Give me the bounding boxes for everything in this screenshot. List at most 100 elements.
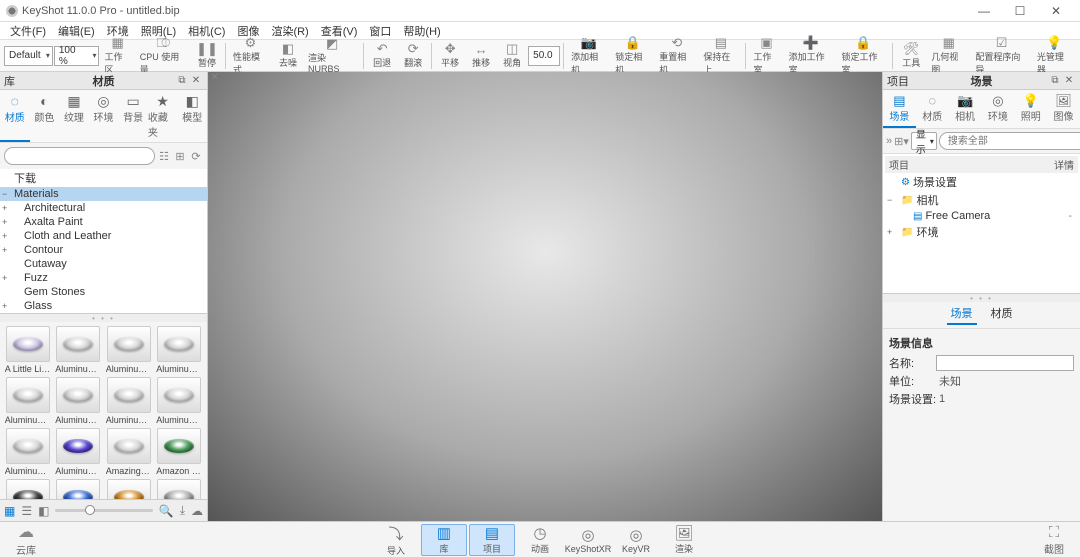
list-view-icon[interactable]: ☰ <box>21 504 32 518</box>
thumb-size-slider[interactable] <box>55 509 152 512</box>
maximize-button[interactable]: ☐ <box>1002 1 1038 21</box>
tree-item[interactable]: +Axalta Paint <box>0 215 207 229</box>
minimize-button[interactable]: — <box>966 1 1002 21</box>
close-panel-icon[interactable]: ✕ <box>189 75 203 86</box>
material-thumb[interactable]: Aluminum ... <box>4 377 52 425</box>
refresh-icon[interactable]: ⟳ <box>189 150 203 163</box>
import-icon[interactable]: ⤓ <box>180 503 185 518</box>
projtab-图像[interactable]: 🖼图像 <box>1047 90 1080 128</box>
search-icon[interactable]: 🔍 <box>159 504 174 518</box>
projtab-相机[interactable]: 📷相机 <box>949 90 982 128</box>
material-thumb[interactable]: Amazing G... <box>105 428 153 476</box>
material-tree[interactable]: 下载 −Materials+Architectural+Axalta Paint… <box>0 169 207 314</box>
close-panel-icon[interactable]: ✕ <box>1062 75 1076 86</box>
scene-tree-item[interactable]: +📁环境 <box>885 223 1078 241</box>
toolbar-锁定工作室[interactable]: 🔒锁定工作室 <box>837 41 889 71</box>
bottom-渲染[interactable]: 🖼渲染 <box>661 524 707 556</box>
screenshot-button[interactable]: ⛶ 截图 <box>1044 524 1064 556</box>
collapse-left-icon[interactable]: ✕ <box>208 72 222 86</box>
toolbar-添加工作室[interactable]: ➕添加工作室 <box>785 41 837 71</box>
material-thumb[interactable]: Anodized ... <box>55 479 103 499</box>
material-thumb[interactable]: Aluminum ... <box>55 377 103 425</box>
toggle-icon[interactable]: − <box>887 195 892 205</box>
material-thumb[interactable]: Aluminum ... <box>156 377 204 425</box>
grid-view-icon[interactable]: ▦ <box>4 504 15 518</box>
libtab-材质[interactable]: ◌材质 <box>0 90 30 142</box>
toolbar-重置相机[interactable]: ⟲重置相机 <box>655 41 698 71</box>
toolbar-翻滚[interactable]: ⟳翻滚 <box>398 41 428 71</box>
toolbar-配置程序向导[interactable]: ☑配置程序向导 <box>971 41 1032 71</box>
toggle-icon[interactable]: + <box>2 203 7 213</box>
toggle-icon[interactable]: + <box>2 245 7 255</box>
toggle-icon[interactable]: + <box>2 231 7 241</box>
toggle-icon[interactable]: + <box>2 301 7 311</box>
undock-icon[interactable]: ⧉ <box>1048 75 1062 86</box>
toolbar-回退[interactable]: ↶回退 <box>367 41 397 71</box>
material-thumb[interactable]: Anodized ... <box>4 479 52 499</box>
folder-icon[interactable]: ☷ <box>157 150 171 163</box>
preview-icon[interactable]: ◧ <box>38 504 49 518</box>
bottom-KeyShotXR[interactable]: ◎KeyShotXR <box>565 524 611 556</box>
menu-item[interactable]: 渲染(R) <box>265 23 314 39</box>
toolbar-几何视图[interactable]: ▦几何视图 <box>927 41 970 71</box>
tag-icon[interactable]: ⊞ <box>173 150 187 163</box>
viewport[interactable]: ✕ <box>208 72 882 521</box>
projtab-环境[interactable]: ◎环境 <box>981 90 1014 128</box>
material-thumb[interactable]: Aluminum ... <box>55 428 103 476</box>
libtab-纹理[interactable]: ▦纹理 <box>59 90 89 142</box>
tree-item[interactable]: Gem Stones <box>0 285 207 299</box>
bottom-KeyVR[interactable]: ◎KeyVR <box>613 524 659 556</box>
toggle-icon[interactable]: + <box>887 227 892 237</box>
tree-item[interactable]: +Glass <box>0 299 207 313</box>
libtab-颜色[interactable]: ◐颜色 <box>30 90 60 142</box>
cpu-dropdown[interactable]: 100 % <box>54 46 100 66</box>
projtab-场景[interactable]: ▤场景 <box>883 90 916 128</box>
toolbar-保持在上[interactable]: ▤保持在上 <box>699 41 742 71</box>
scene-tree[interactable]: 项目详情 ⚙场景设置−📁相机▤Free Camera-+📁环境 <box>883 154 1080 294</box>
tree-item[interactable]: +Cloth and Leather <box>0 229 207 243</box>
scene-tree-item[interactable]: ▤Free Camera- <box>885 209 1078 223</box>
toolbar-平移[interactable]: ✥平移 <box>435 41 465 71</box>
cloud-icon[interactable]: ☁ <box>191 504 203 518</box>
tree-item[interactable]: +Fuzz <box>0 271 207 285</box>
bottom-动画[interactable]: ◷动画 <box>517 524 563 556</box>
subtab-材质[interactable]: 材质 <box>987 305 1017 325</box>
menu-item[interactable]: 相机(C) <box>182 23 231 39</box>
tree-item[interactable]: Cutaway <box>0 257 207 271</box>
toolbar-工具[interactable]: 🛠工具 <box>896 41 926 71</box>
render-view[interactable] <box>208 72 882 521</box>
projtab-照明[interactable]: 💡照明 <box>1014 90 1047 128</box>
fov-input[interactable]: 50.0 <box>528 46 560 66</box>
libtab-模型[interactable]: ◧模型 <box>177 90 207 142</box>
menu-item[interactable]: 帮助(H) <box>397 23 446 39</box>
tree-item[interactable]: −Materials <box>0 187 207 201</box>
libtab-背景[interactable]: ▭背景 <box>118 90 148 142</box>
toolbar-性能模式[interactable]: ⚙性能模式 <box>229 41 272 71</box>
menu-item[interactable]: 编辑(E) <box>52 23 101 39</box>
scene-tree-item[interactable]: −📁相机 <box>885 191 1078 209</box>
tree-item[interactable]: +Contour <box>0 243 207 257</box>
toolbar-光管理器[interactable]: 💡光管理器 <box>1033 41 1076 71</box>
toolbar-去噪[interactable]: ◧去噪 <box>273 41 303 71</box>
library-search-input[interactable] <box>4 147 155 165</box>
material-thumb[interactable]: A Little Lila... <box>4 326 52 374</box>
material-thumb[interactable]: Aluminum ... <box>105 326 153 374</box>
tree-icon[interactable]: ⊞▾ <box>894 135 909 148</box>
bottom-库[interactable]: ▥库 <box>421 524 467 556</box>
menu-item[interactable]: 窗口 <box>363 23 397 39</box>
material-thumb[interactable]: Anodized ... <box>105 479 153 499</box>
material-thumb[interactable]: Amazon M... <box>156 428 204 476</box>
toolbar-推移[interactable]: ↔推移 <box>466 41 496 71</box>
toolbar-添加相机[interactable]: 📷添加相机 <box>567 41 610 71</box>
bottom-导入[interactable]: ⤵导入 <box>373 524 419 556</box>
toolbar-工作室[interactable]: ▣工作室 <box>749 41 783 71</box>
scene-tree-item[interactable]: ⚙场景设置 <box>885 173 1078 191</box>
menu-item[interactable]: 文件(F) <box>4 23 52 39</box>
expand-icon[interactable]: » <box>886 135 892 147</box>
tree-item[interactable]: +Architectural <box>0 201 207 215</box>
material-thumb[interactable]: Aluminum ... <box>4 428 52 476</box>
toggle-icon[interactable]: + <box>2 217 7 227</box>
tree-header[interactable]: 下载 <box>0 169 207 187</box>
display-dropdown[interactable]: 显示 <box>911 132 937 150</box>
material-thumb[interactable]: Anodized ... <box>156 479 204 499</box>
